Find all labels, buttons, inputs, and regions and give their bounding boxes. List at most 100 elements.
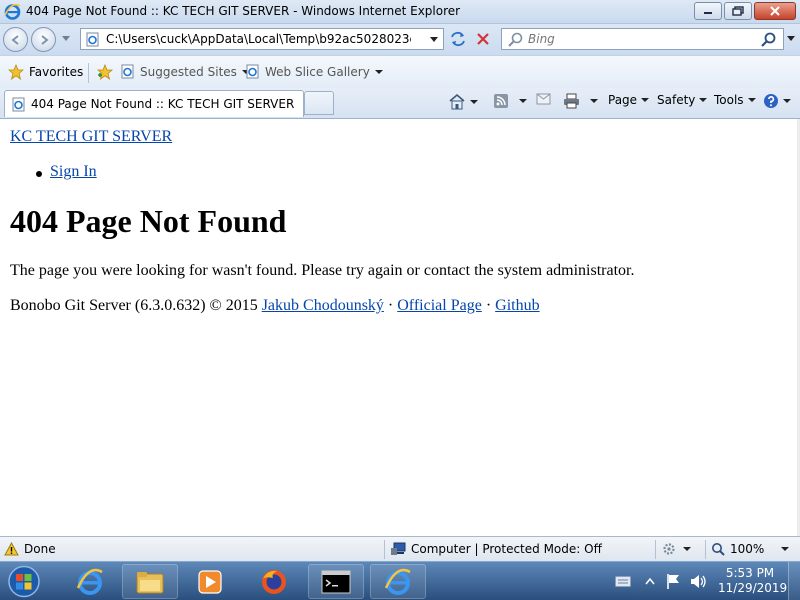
close-icon	[770, 6, 780, 16]
navigation-bar: C:\Users\cuck\AppData\Local\Temp\b92ac50…	[0, 24, 800, 55]
forward-button[interactable]	[31, 27, 56, 52]
page-content: KC TECH GIT SERVER Sign In 404 Page Not …	[0, 119, 797, 536]
add-to-favorites-bar-button[interactable]	[96, 64, 114, 80]
settings-gear-icon	[663, 543, 675, 555]
footer: Bonobo Git Server (6.3.0.632) © 2015 Jak…	[10, 297, 540, 315]
safety-menu-label: Safety	[657, 93, 696, 107]
chevron-down-icon	[683, 547, 691, 551]
error-message: The page you were looking for wasn't fou…	[10, 262, 635, 279]
taskbar-explorer[interactable]	[122, 564, 178, 599]
favorites-star-icon	[8, 64, 24, 80]
address-dropdown-icon[interactable]	[430, 37, 438, 42]
favorites-separator	[88, 63, 89, 83]
print-button[interactable]	[563, 93, 598, 109]
minimize-button[interactable]	[694, 2, 722, 20]
page-icon	[86, 32, 99, 47]
show-hidden-icons-icon[interactable]	[645, 578, 655, 585]
tab-label: 404 Page Not Found :: KC TECH GIT SERVER	[31, 97, 295, 111]
printer-icon	[564, 93, 579, 109]
status-text: Done	[24, 542, 56, 556]
help-icon	[764, 94, 778, 108]
taskbar-firefox[interactable]	[246, 564, 302, 599]
address-bar[interactable]: C:\Users\cuck\AppData\Local\Temp\b92ac50…	[80, 28, 444, 50]
zoom-button[interactable]: 100%	[711, 542, 790, 556]
search-provider-icon	[508, 32, 523, 47]
add-favorite-icon	[96, 64, 114, 80]
status-bar: Done Computer | Protected Mode: Off 100%	[0, 536, 800, 561]
chevron-down-icon	[783, 99, 791, 103]
system-clock[interactable]: 5:53 PM 11/29/2019	[718, 566, 788, 596]
maximize-button[interactable]	[724, 2, 752, 20]
protected-mode-button[interactable]	[662, 542, 691, 556]
search-input[interactable]	[528, 31, 758, 47]
security-zone[interactable]: Computer | Protected Mode: Off	[390, 542, 602, 556]
close-button[interactable]	[754, 2, 796, 20]
recent-pages-dropdown-icon[interactable]	[62, 36, 70, 41]
search-box[interactable]	[501, 28, 784, 50]
author-link[interactable]: Jakub Chodounský	[262, 297, 384, 314]
action-center-flag-icon[interactable]	[666, 573, 682, 590]
official-page-link[interactable]: Official Page	[397, 297, 482, 314]
forward-arrow-icon	[40, 34, 49, 45]
command-prompt-icon	[321, 570, 351, 593]
favorites-label: Favorites	[29, 65, 84, 79]
suggested-sites-button[interactable]: Suggested Sites	[120, 64, 250, 79]
new-tab-button[interactable]	[304, 91, 334, 115]
suggested-sites-label: Suggested Sites	[140, 64, 237, 79]
status-separator	[384, 540, 385, 559]
back-button[interactable]	[3, 27, 28, 52]
refresh-button[interactable]	[446, 28, 470, 50]
tab-active[interactable]: 404 Page Not Found :: KC TECH GIT SERVER	[4, 90, 304, 117]
github-link[interactable]: Github	[495, 297, 539, 314]
footer-separator: ·	[387, 297, 394, 314]
web-slice-gallery-button[interactable]: Web Slice Gallery	[245, 64, 383, 79]
feeds-icon	[494, 94, 508, 108]
footer-separator: ·	[485, 297, 492, 314]
search-icon[interactable]	[761, 32, 777, 48]
back-arrow-icon	[10, 34, 19, 45]
clock-date: 11/29/2019	[718, 581, 788, 595]
status-separator	[655, 540, 656, 559]
tools-menu-button[interactable]: Tools	[714, 93, 756, 107]
chevron-down-icon	[781, 547, 790, 551]
stop-button[interactable]	[471, 28, 495, 50]
chevron-down-icon	[641, 98, 650, 102]
firefox-icon	[262, 569, 286, 594]
chevron-down-icon	[374, 69, 383, 74]
status-separator	[705, 540, 706, 559]
address-url[interactable]: C:\Users\cuck\AppData\Local\Temp\b92ac50…	[106, 32, 411, 46]
feeds-button[interactable]	[493, 93, 527, 109]
chevron-down-icon	[699, 98, 708, 102]
footer-prefix: Bonobo Git Server (6.3.0.632) © 2015	[10, 297, 258, 314]
keyboard-icon[interactable]	[615, 576, 631, 587]
window-controls	[694, 2, 796, 20]
web-slice-gallery-label: Web Slice Gallery	[265, 64, 370, 79]
taskbar-cmd[interactable]	[308, 564, 364, 599]
taskbar-ie-pinned[interactable]	[62, 564, 118, 599]
tab-bar: 404 Page Not Found :: KC TECH GIT SERVER…	[0, 88, 800, 119]
home-button[interactable]	[448, 93, 478, 110]
taskbar: 5:53 PM 11/29/2019	[0, 561, 800, 600]
ie-page-icon	[121, 64, 134, 79]
volume-icon[interactable]	[689, 573, 707, 590]
status-done: Done	[4, 542, 56, 556]
media-player-icon	[198, 569, 222, 594]
internet-explorer-icon	[384, 568, 411, 595]
sign-in-link[interactable]: Sign In	[50, 163, 97, 181]
start-button-icon[interactable]	[5, 564, 43, 599]
favorites-button[interactable]: Favorites	[8, 64, 83, 80]
chevron-down-icon	[470, 99, 478, 104]
computer-icon	[391, 542, 406, 555]
site-title-link[interactable]: KC TECH GIT SERVER	[10, 128, 172, 146]
page-menu-button[interactable]: Page	[608, 93, 650, 107]
chevron-down-icon	[590, 99, 598, 103]
taskbar-media-player[interactable]	[182, 564, 238, 599]
read-mail-button[interactable]	[536, 93, 551, 105]
favorites-bar: Favorites Suggested Sites Web Slice Gall…	[0, 55, 800, 88]
search-options-dropdown-icon[interactable]	[787, 36, 795, 41]
show-desktop-button[interactable]	[788, 562, 800, 600]
taskbar-ie-active[interactable]	[370, 564, 426, 599]
tools-menu-label: Tools	[714, 93, 744, 107]
help-button[interactable]	[763, 93, 791, 109]
safety-menu-button[interactable]: Safety	[657, 93, 708, 107]
